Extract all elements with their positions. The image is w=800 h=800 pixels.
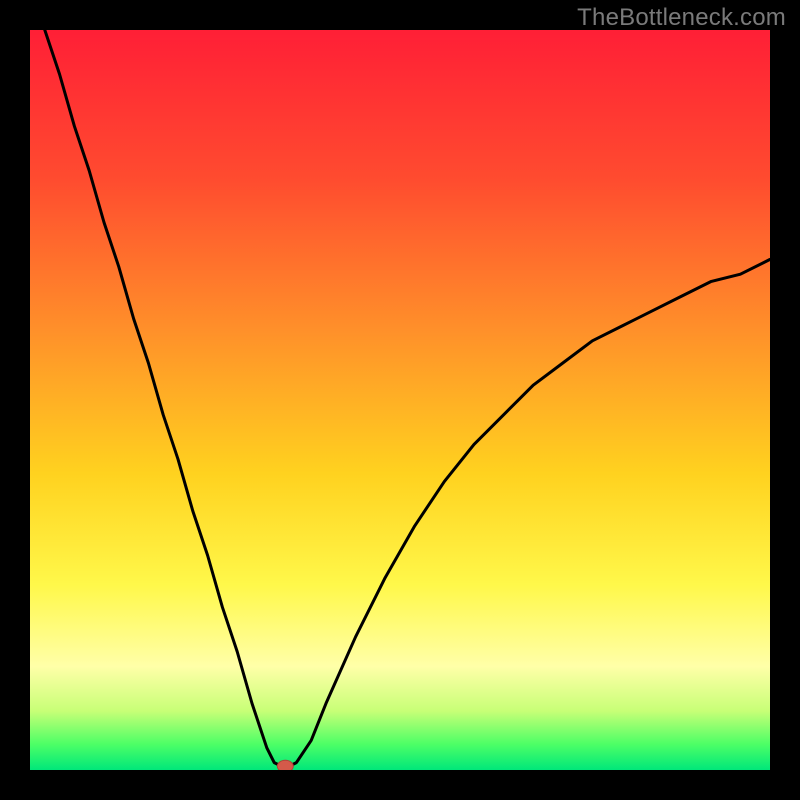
watermark-text: TheBottleneck.com xyxy=(577,4,786,32)
gradient-background xyxy=(30,30,770,770)
plot-svg xyxy=(30,30,770,770)
chart-frame: TheBottleneck.com xyxy=(0,0,800,800)
optimal-point-marker xyxy=(277,760,293,770)
plot-area xyxy=(30,30,770,770)
